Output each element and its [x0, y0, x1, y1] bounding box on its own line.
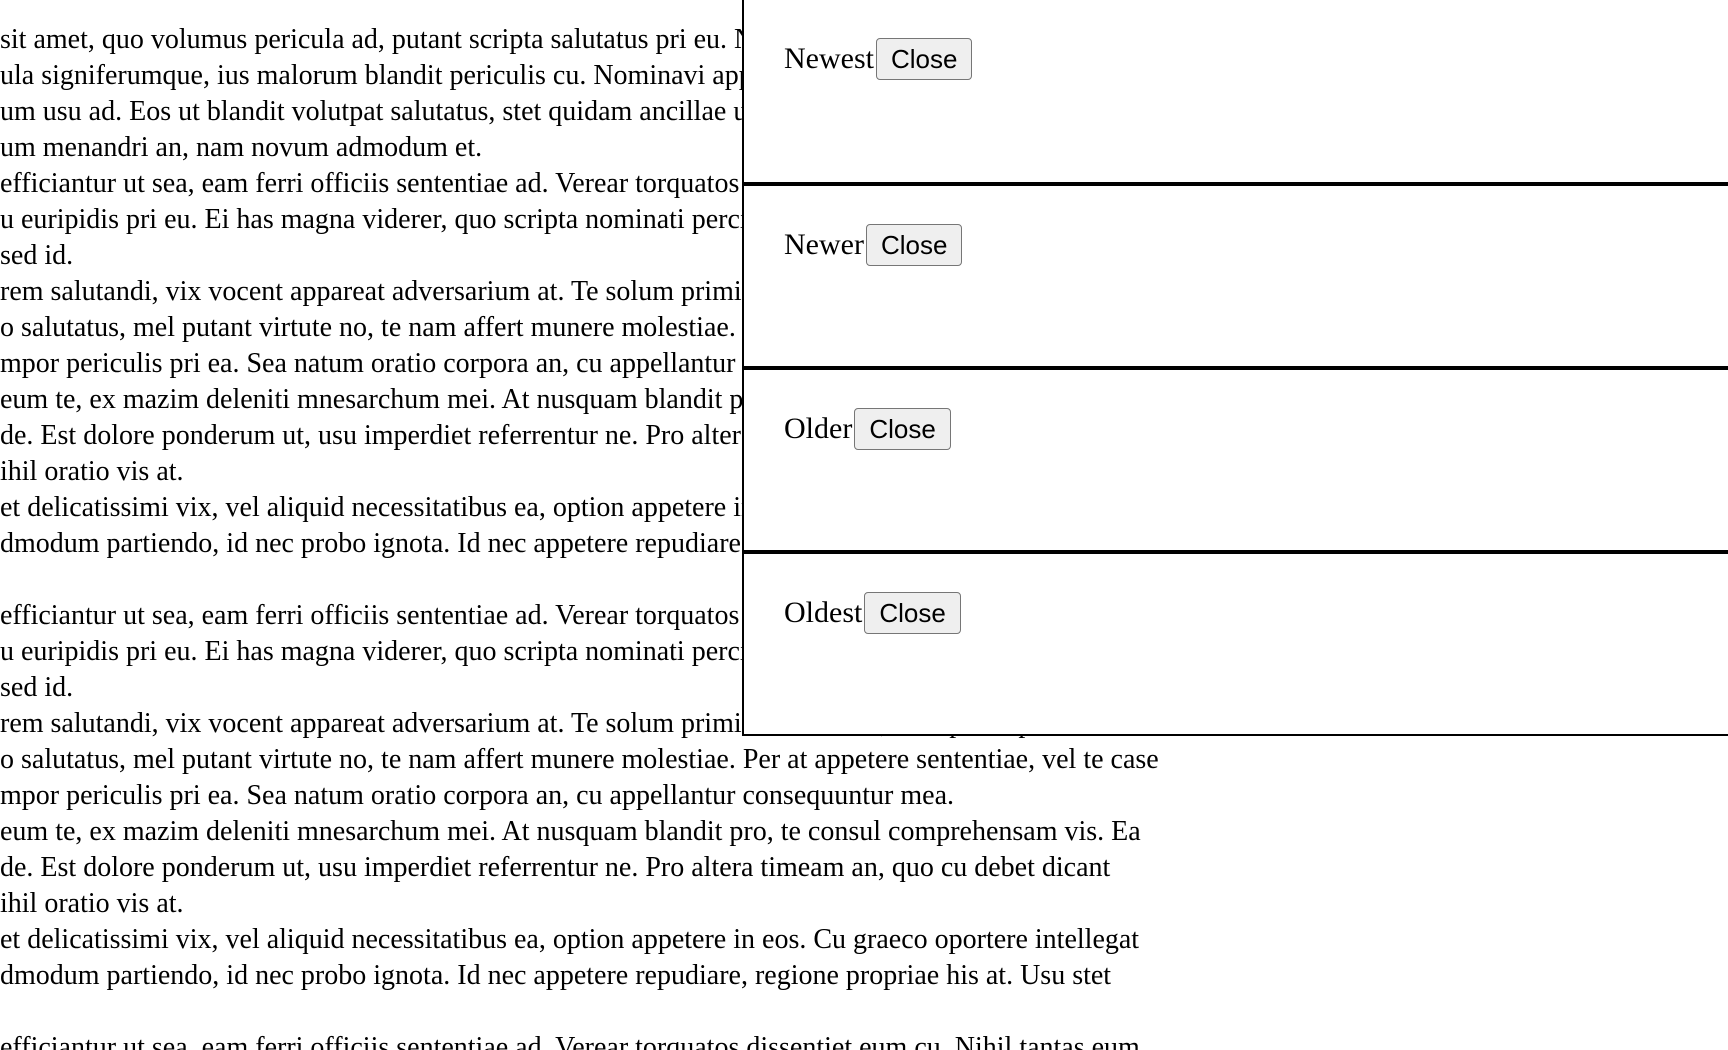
article-line	[0, 994, 1345, 1030]
notification-newest: Newest Close	[744, 0, 1728, 182]
notification-label: Older	[784, 412, 853, 445]
close-button[interactable]: Close	[875, 38, 973, 80]
article-line: dmodum partiendo, id nec probo ignota. I…	[0, 960, 1112, 991]
article-line: de. Est dolore ponderum ut, usu imperdie…	[0, 852, 1111, 883]
notification-older: Older Close	[744, 366, 1728, 550]
article-line: ihil oratio vis at.	[0, 888, 184, 919]
close-button[interactable]: Close	[864, 592, 961, 634]
notification-label: Newer	[784, 228, 864, 261]
notification-oldest: Oldest Close	[744, 550, 1728, 734]
notification-newer: Newer Close	[744, 182, 1728, 366]
article-line: eum te, ex mazim deleniti mnesarchum mei…	[0, 816, 1141, 847]
close-button[interactable]: Close	[865, 224, 963, 266]
close-button[interactable]: Close	[854, 408, 951, 450]
article-line: mpor periculis pri ea. Sea natum oratio …	[0, 780, 954, 811]
notification-label: Newest	[784, 42, 874, 75]
notification-label: Oldest	[784, 596, 863, 629]
article-line: efficiantur ut sea, eam ferri officiis s…	[0, 1032, 1140, 1050]
article-line: et delicatissimi vix, vel aliquid necess…	[0, 924, 1140, 955]
notification-stack: Newest Close Newer Close Older Close Old…	[742, 0, 1728, 736]
article-line: o salutatus, mel putant virtute no, te n…	[0, 744, 1159, 775]
